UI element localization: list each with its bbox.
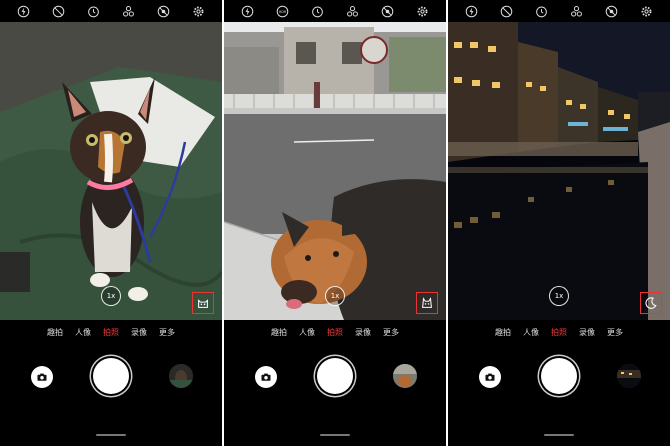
home-indicator[interactable] [544, 434, 574, 436]
comparison-strip: 1x 趣拍 人像 拍照 录像 更多 HDR 1x 趣拍 人像 拍照 录像 更多 … [0, 0, 670, 446]
mode-fun[interactable]: 趣拍 [271, 327, 287, 338]
mode-video[interactable]: 录像 [131, 327, 147, 338]
filter-icon[interactable] [345, 3, 361, 19]
night-scene-image [448, 22, 670, 320]
camera-icon [261, 373, 271, 381]
mode-video[interactable]: 录像 [579, 327, 595, 338]
gallery-thumbnail[interactable] [617, 364, 641, 388]
capture-controls [0, 358, 222, 394]
mode-selector: 趣拍 人像 拍照 录像 更多 [0, 327, 222, 338]
cat-scene-image [0, 22, 222, 320]
switch-camera-button[interactable] [479, 366, 501, 388]
flash-off-icon[interactable] [240, 3, 256, 19]
hdr-icon[interactable] [499, 3, 515, 19]
timer-icon[interactable] [310, 3, 326, 19]
dog-scene-image [224, 22, 446, 320]
dog-icon [422, 297, 432, 308]
gallery-thumbnail[interactable] [393, 364, 417, 388]
mode-photo[interactable]: 拍照 [327, 327, 343, 338]
mode-selector: 趣拍 人像 拍照 录像 更多 [448, 327, 670, 338]
mode-photo[interactable]: 拍照 [551, 327, 567, 338]
timer-icon[interactable] [86, 3, 102, 19]
camera-screen-dog: HDR 1x 趣拍 人像 拍照 录像 更多 [224, 0, 446, 446]
mode-selector: 趣拍 人像 拍照 录像 更多 [224, 327, 446, 338]
home-indicator[interactable] [96, 434, 126, 436]
mode-video[interactable]: 录像 [355, 327, 371, 338]
ai-off-icon[interactable] [604, 3, 620, 19]
switch-camera-button[interactable] [255, 366, 277, 388]
camera-icon [37, 373, 47, 381]
mode-photo[interactable]: 拍照 [103, 327, 119, 338]
filter-icon[interactable] [569, 3, 585, 19]
mode-more[interactable]: 更多 [383, 327, 399, 338]
viewfinder[interactable]: 1x [448, 22, 670, 320]
mode-more[interactable]: 更多 [159, 327, 175, 338]
cat-icon [198, 299, 208, 308]
zoom-level-button[interactable]: 1x [101, 286, 121, 306]
zoom-level-button[interactable]: 1x [325, 286, 345, 306]
viewfinder[interactable]: 1x [224, 22, 446, 320]
settings-icon[interactable] [639, 3, 655, 19]
svg-text:HDR: HDR [279, 9, 287, 13]
settings-icon[interactable] [415, 3, 431, 19]
scene-detection-badge[interactable] [416, 292, 438, 314]
zoom-level-button[interactable]: 1x [549, 286, 569, 306]
camera-topbar [0, 0, 222, 22]
moon-icon [645, 297, 657, 309]
mode-portrait[interactable]: 人像 [523, 327, 539, 338]
filter-icon[interactable] [121, 3, 137, 19]
mode-portrait[interactable]: 人像 [75, 327, 91, 338]
camera-screen-night: 1x 趣拍 人像 拍照 录像 更多 [448, 0, 670, 446]
flash-off-icon[interactable] [464, 3, 480, 19]
camera-screen-cat: 1x 趣拍 人像 拍照 录像 更多 [0, 0, 222, 446]
ai-off-icon[interactable] [156, 3, 172, 19]
flash-off-icon[interactable] [16, 3, 32, 19]
camera-topbar [448, 0, 670, 22]
switch-camera-button[interactable] [31, 366, 53, 388]
home-indicator[interactable] [320, 434, 350, 436]
shutter-button[interactable] [93, 358, 129, 394]
scene-detection-badge[interactable] [192, 292, 214, 314]
viewfinder[interactable]: 1x [0, 22, 222, 320]
capture-controls [448, 358, 670, 394]
mode-portrait[interactable]: 人像 [299, 327, 315, 338]
mode-fun[interactable]: 趣拍 [47, 327, 63, 338]
hdr-icon[interactable]: HDR [275, 3, 291, 19]
settings-icon[interactable] [191, 3, 207, 19]
gallery-thumbnail[interactable] [169, 364, 193, 388]
scene-detection-badge[interactable] [640, 292, 662, 314]
mode-more[interactable]: 更多 [607, 327, 623, 338]
hdr-icon[interactable] [51, 3, 67, 19]
mode-fun[interactable]: 趣拍 [495, 327, 511, 338]
camera-topbar: HDR [224, 0, 446, 22]
ai-off-icon[interactable] [380, 3, 396, 19]
camera-icon [485, 373, 495, 381]
shutter-button[interactable] [541, 358, 577, 394]
timer-icon[interactable] [534, 3, 550, 19]
shutter-button[interactable] [317, 358, 353, 394]
capture-controls [224, 358, 446, 394]
